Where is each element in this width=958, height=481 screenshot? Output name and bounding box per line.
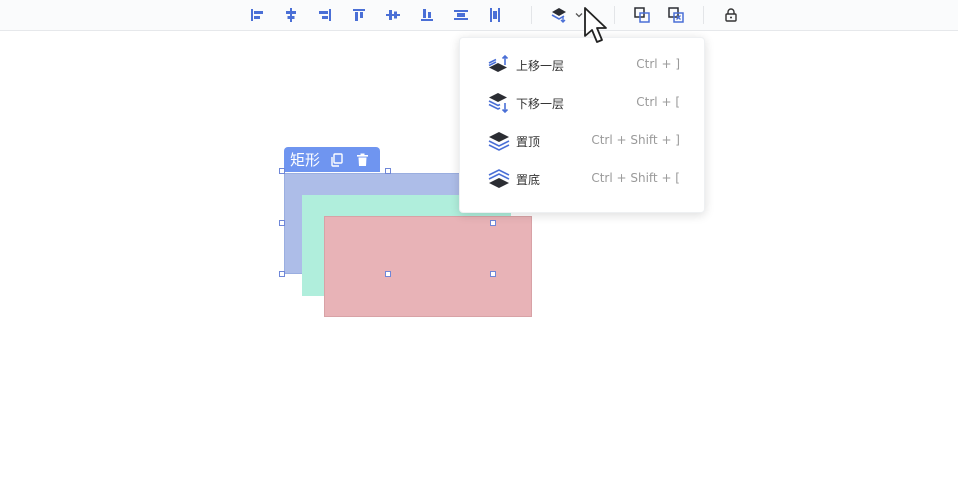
menu-item-shortcut: Ctrl + Shift + ] [591, 133, 680, 147]
resize-handle[interactable] [279, 168, 285, 174]
align-right-icon[interactable] [314, 4, 336, 26]
lock-icon[interactable] [720, 4, 742, 26]
align-middle-vertical-icon[interactable] [382, 4, 404, 26]
move-up-layer-icon [487, 53, 511, 77]
layer-order-icon[interactable] [548, 4, 570, 26]
menu-item-shortcut: Ctrl + ] [636, 57, 680, 71]
distribute-horizontal-icon[interactable] [450, 4, 472, 26]
resize-handle[interactable] [490, 271, 496, 277]
mouse-cursor-icon [583, 6, 611, 52]
toolbar-divider [703, 6, 704, 24]
menu-item-send-to-back[interactable]: 置底 Ctrl + Shift + [ [460, 163, 706, 195]
align-bottom-icon[interactable] [416, 4, 438, 26]
menu-item-move-down[interactable]: 下移一层 Ctrl + [ [460, 87, 706, 119]
ungroup-icon[interactable] [665, 4, 687, 26]
copy-icon[interactable] [328, 151, 346, 169]
resize-handle[interactable] [490, 220, 496, 226]
bring-to-front-icon [487, 129, 511, 153]
distribute-vertical-icon[interactable] [484, 4, 506, 26]
selection-label: 矩形 [290, 151, 321, 169]
selection-toolbar: 矩形 [284, 147, 380, 172]
toolbar-divider [531, 6, 532, 24]
menu-item-bring-to-front[interactable]: 置顶 Ctrl + Shift + ] [460, 125, 706, 157]
move-down-layer-icon [487, 91, 511, 115]
resize-handle[interactable] [385, 168, 391, 174]
top-toolbar [0, 0, 958, 31]
send-to-back-icon [487, 167, 511, 191]
menu-item-label: 置底 [516, 173, 541, 187]
resize-handle[interactable] [279, 220, 285, 226]
menu-item-label: 下移一层 [516, 97, 565, 111]
menu-item-label: 置顶 [516, 135, 541, 149]
align-top-icon[interactable] [348, 4, 370, 26]
menu-item-shortcut: Ctrl + Shift + [ [591, 171, 680, 185]
group-icon[interactable] [631, 4, 653, 26]
rectangle-red[interactable] [324, 216, 532, 317]
toolbar-divider [614, 6, 615, 24]
resize-handle[interactable] [279, 271, 285, 277]
layer-menu: 上移一层 Ctrl + ] 下移一层 Ctrl + [ 置顶 Ctrl + Sh… [459, 37, 705, 213]
align-left-icon[interactable] [246, 4, 268, 26]
menu-item-move-up[interactable]: 上移一层 Ctrl + ] [460, 49, 706, 81]
menu-item-label: 上移一层 [516, 59, 565, 73]
resize-handle[interactable] [385, 271, 391, 277]
menu-item-shortcut: Ctrl + [ [636, 95, 680, 109]
align-center-horizontal-icon[interactable] [280, 4, 302, 26]
delete-icon[interactable] [353, 151, 371, 169]
